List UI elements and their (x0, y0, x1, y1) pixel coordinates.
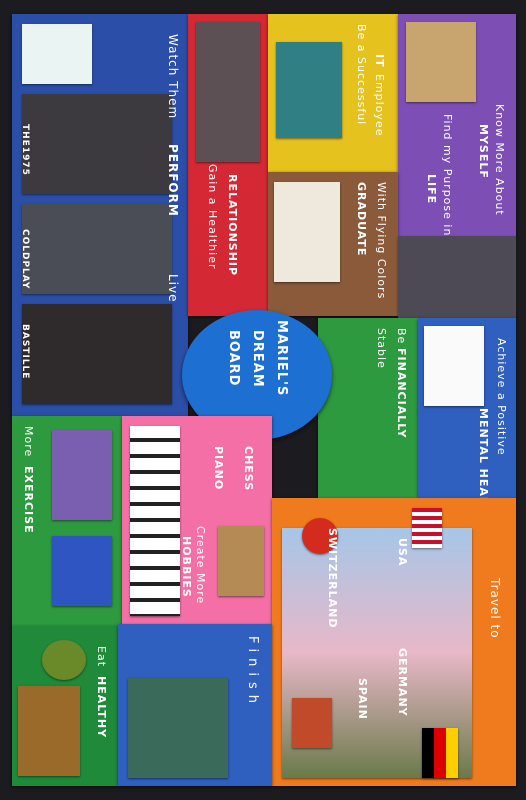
hobbies-text: Create More (194, 526, 207, 605)
computer-icon (276, 42, 342, 138)
eat-text: Eat (95, 646, 108, 668)
title-part-2: DREAM (250, 330, 265, 388)
brain-icon (424, 326, 484, 406)
employee-highlight: IT (373, 54, 386, 68)
band-label-2: COLDPLAY (20, 229, 30, 290)
relationships-highlight: RELATIONSHIP (226, 174, 239, 277)
mental-text: Achieve a Positive (495, 338, 508, 456)
perform-text: Watch Them (166, 34, 180, 120)
graduate-panel: GRADUATE With Flying Colors (268, 172, 398, 316)
usa-flag-icon (412, 508, 442, 548)
myself-panel: Know More About MYSELF Find my Purpose i… (398, 14, 516, 236)
relationships-text: Gain a Healthier (206, 164, 219, 270)
graduate-highlight: GRADUATE (355, 182, 368, 257)
exercise-highlight: EXERCISE (22, 466, 35, 534)
travel-panel: Travel to USA SWITZERLAND GERMANY SPAIN (272, 498, 516, 786)
travel-place-4: SPAIN (356, 678, 369, 720)
graduate-tail: With Flying Colors (375, 182, 388, 300)
perform-tail: Live (166, 274, 180, 303)
person-icon (406, 22, 476, 102)
finish-panel: Finish (118, 624, 272, 786)
title-part-3: BOARD (226, 330, 241, 387)
salad-photo (18, 686, 80, 776)
purpose-highlight: LIFE (425, 174, 438, 205)
jump-rope-icon (52, 430, 112, 520)
germany-map-icon (422, 728, 458, 778)
perform-panel: THE1975 COLDPLAY BASTILLE Watch Them PER… (12, 14, 188, 416)
mental-panel: Achieve a Positive MENTAL HEALTH (418, 318, 516, 498)
mental-highlight: MENTAL HEALTH (477, 408, 490, 498)
purpose-text: Find my Purpose in (441, 114, 454, 236)
travel-place-2: SWITZERLAND (326, 528, 339, 629)
exercise-text: More (22, 426, 35, 458)
financially-panel: Be FINANCIALLY Stable (318, 318, 418, 498)
perform-highlight: PERFORM (166, 144, 180, 217)
dumbbells-icon (52, 536, 112, 606)
hobbies-highlight: HOBBIES (180, 536, 193, 598)
chess-board-icon (218, 526, 264, 596)
financially-highlight: FINANCIALLY (395, 348, 408, 439)
exercise-panel: More EXERCISE (12, 416, 122, 626)
avocado-icon (42, 640, 86, 680)
band-label-3: BASTILLE (20, 324, 30, 380)
dream-board: THE1975 COLDPLAY BASTILLE Watch Them PER… (0, 0, 526, 800)
band-label-1: THE1975 (20, 124, 30, 176)
graduation-cap-icon (274, 182, 340, 282)
travel-place-1: USA (396, 538, 409, 567)
myself-text: Know More About (493, 104, 506, 216)
eat-panel: Eat HEALTHY (12, 626, 118, 786)
finish-text: Finish (245, 636, 260, 710)
eat-highlight: HEALTHY (95, 676, 108, 739)
financially-text: Be (395, 328, 408, 345)
piano-highlight: PIANO (212, 446, 225, 491)
employee-text: Be a Successful (355, 24, 368, 126)
relationships-panel: Gain a Healthier RELATIONSHIP (188, 14, 268, 316)
financially-tail: Stable (375, 328, 388, 369)
travel-text: Travel to (488, 578, 502, 639)
eve-avatar-icon (22, 24, 92, 84)
spain-map-icon (292, 698, 332, 748)
band-photo-1 (22, 94, 172, 194)
travel-place-3: GERMANY (396, 648, 409, 717)
title-part-1: MARIEL'S (274, 320, 289, 397)
employee-panel: Be a Successful IT Employee (268, 14, 398, 172)
chess-highlight: CHESS (242, 446, 255, 492)
portrait-photo (398, 236, 516, 318)
myself-highlight: MYSELF (477, 124, 490, 179)
band-photo-3 (22, 304, 172, 404)
anime-poster-photo (128, 678, 228, 778)
friends-photo (196, 22, 260, 162)
piano-icon (130, 426, 180, 616)
piano-panel: CHESS PIANO Create More HOBBIES (122, 416, 272, 624)
employee-tail: Employee (373, 74, 386, 137)
band-photo-2 (22, 204, 172, 294)
